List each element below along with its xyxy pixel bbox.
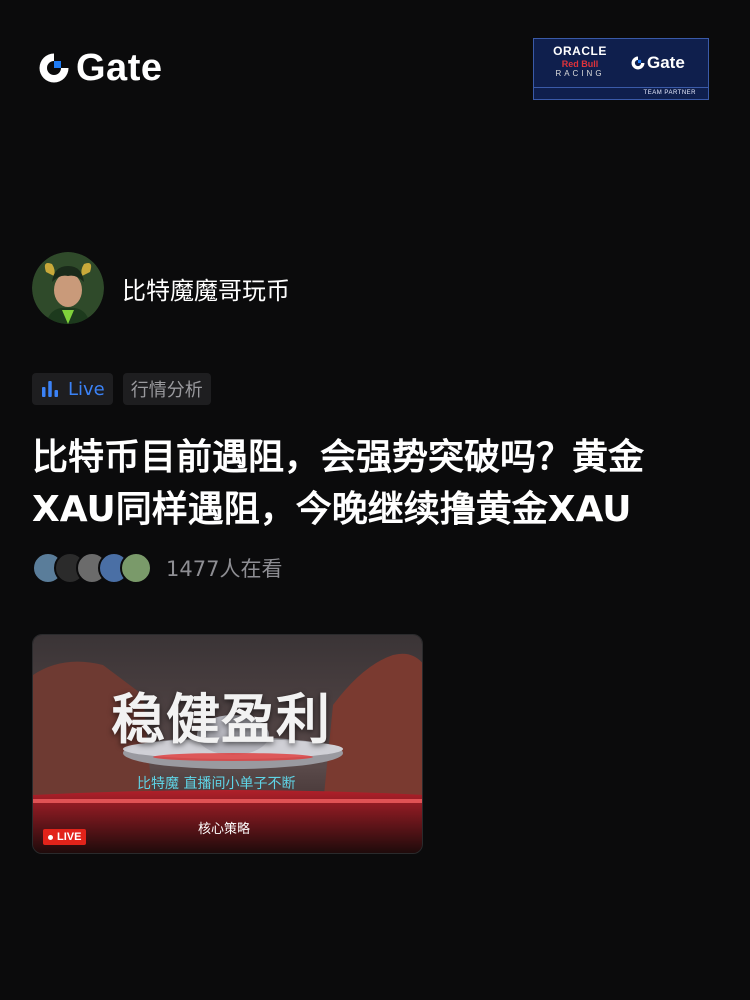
- live-dot-icon: [48, 834, 53, 840]
- viewer-avatars: [32, 552, 152, 584]
- author-avatar[interactable]: [32, 252, 104, 324]
- author-name[interactable]: 比特魔魔哥玩币: [122, 271, 290, 306]
- thumbnail-subtitle: 比特魔 直播间小单子不断: [137, 776, 296, 792]
- partner-gate-logo: Gate: [630, 53, 685, 73]
- thumbnail-headline: 稳健盈利: [111, 688, 331, 751]
- oracle-redbull-logo: ORACLE Red Bull RACING: [553, 44, 607, 78]
- live-badge: LIVE: [43, 829, 87, 845]
- viewer-row: 1477人在看: [32, 552, 282, 584]
- bar-chart-icon: [42, 381, 58, 397]
- brand-name: Gate: [76, 47, 163, 89]
- tag-row: Live 行情分析: [32, 373, 221, 405]
- gate-logo[interactable]: Gate: [36, 48, 162, 88]
- author-row[interactable]: 比特魔魔哥玩币: [32, 252, 290, 324]
- category-tag-label: 行情分析: [130, 380, 203, 401]
- live-tag-label: Live: [68, 378, 105, 400]
- category-tag[interactable]: 行情分析: [122, 373, 211, 405]
- live-tag[interactable]: Live: [32, 373, 113, 405]
- live-stream-thumbnail[interactable]: 稳健盈利 比特魔 直播间小单子不断 核心策略 LIVE: [32, 634, 423, 854]
- gate-mini-icon: [631, 56, 645, 70]
- gate-logo-icon: [39, 53, 69, 83]
- post-title[interactable]: 比特币目前遇阻，会强势突破吗？黄金XAU同样遇阻，今晚继续撸黄金XAU: [32, 432, 722, 536]
- viewer-avatar: [120, 552, 152, 584]
- team-partner-banner[interactable]: ORACLE Red Bull RACING Gate TEAM PARTNER: [533, 38, 709, 100]
- partner-footer: TEAM PARTNER: [534, 87, 708, 99]
- thumbnail-strategy: 核心策略: [198, 822, 251, 837]
- live-badge-label: LIVE: [57, 831, 82, 843]
- viewer-count: 1477人在看: [166, 557, 283, 581]
